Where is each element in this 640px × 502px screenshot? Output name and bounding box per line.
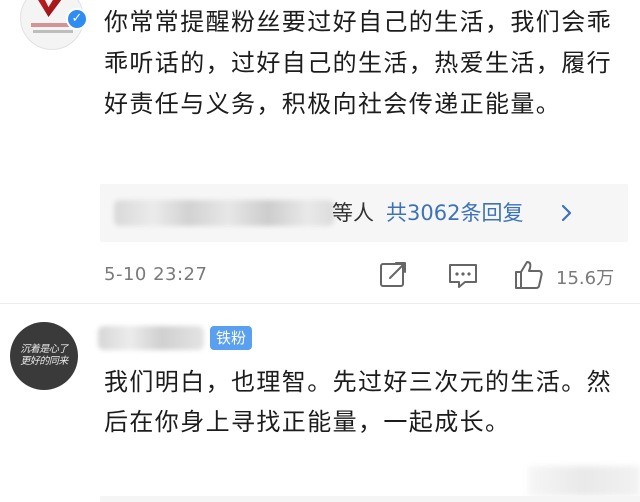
share-icon[interactable] (376, 258, 410, 292)
like-count: 15.6万 (556, 268, 615, 289)
avatar-logo-subline (33, 30, 73, 33)
blurred-username[interactable] (98, 326, 204, 350)
watermark-blur (528, 466, 640, 496)
comment-icon[interactable] (446, 258, 480, 292)
reply-preview[interactable]: 等人 共3062条回复 (100, 184, 628, 242)
reply-names-suffix: 等人 (332, 201, 374, 225)
post-text: 你常常提醒粉丝要过好自己的生活，我们会乖乖听话的，过好自己的生活，热爱生活，履行… (104, 8, 612, 118)
bottom-divider (100, 496, 640, 502)
blurred-reply-names (114, 200, 334, 226)
chevron-right-icon (561, 204, 572, 222)
divider (0, 303, 640, 304)
logo-mark (35, 0, 65, 17)
avatar-handwriting: 沉着是心了 更好的同来 (20, 344, 68, 367)
post-timestamp: 5-10 23:27 (104, 264, 208, 285)
comment-text: 我们明白，也理智。先过好三次元的生活。然后在你身上寻找正能量，一起成长。 (104, 368, 612, 436)
reply-count-link[interactable]: 共3062条回复 (386, 197, 523, 227)
commenter-avatar[interactable]: 沉着是心了 更好的同来 (10, 322, 78, 390)
like-icon[interactable] (512, 258, 546, 292)
verified-icon: ✓ (66, 8, 88, 30)
fan-badge: 铁粉 (210, 326, 253, 350)
